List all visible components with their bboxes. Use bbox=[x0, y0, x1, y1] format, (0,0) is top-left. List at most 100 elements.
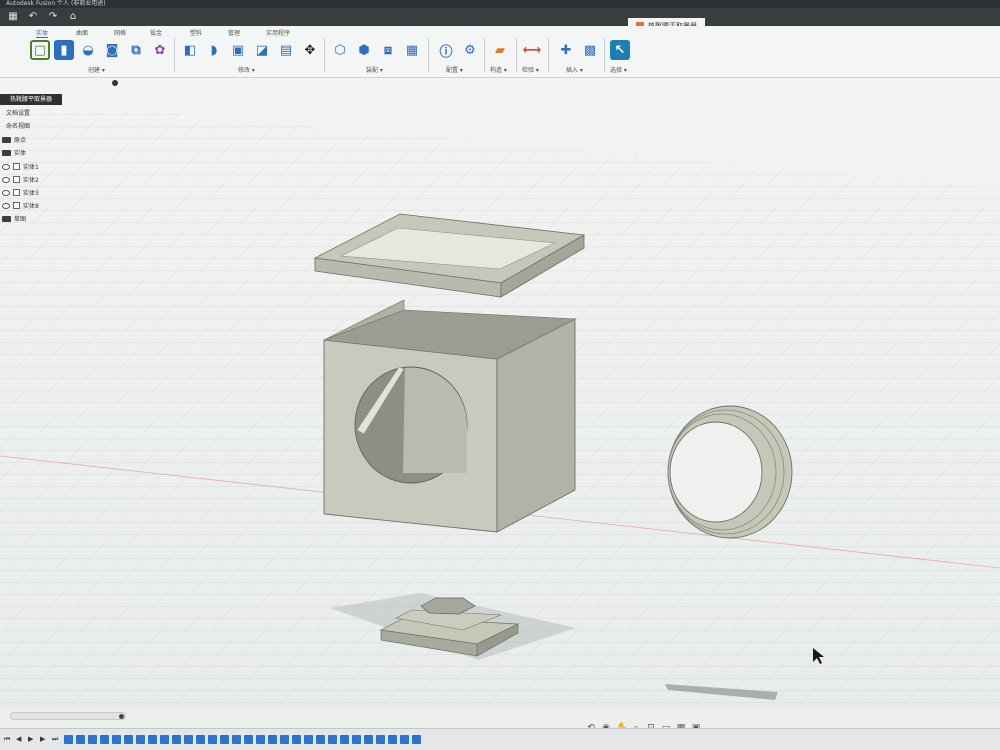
timeline-feature[interactable] bbox=[64, 735, 73, 744]
plane-icon[interactable]: ▰ bbox=[490, 40, 510, 60]
timeline-feature[interactable] bbox=[76, 735, 85, 744]
group-construct-label[interactable]: 构造 ▾ bbox=[490, 65, 507, 74]
timeline-feature[interactable] bbox=[172, 735, 181, 744]
undo-icon[interactable]: ↶ bbox=[26, 10, 40, 24]
timeline-feature[interactable] bbox=[376, 735, 385, 744]
timeline-feature[interactable] bbox=[412, 735, 421, 744]
timeline-scroll-slider[interactable] bbox=[10, 712, 126, 720]
data-panel-icon[interactable]: ▦ bbox=[6, 10, 20, 24]
browser-item-label: 原点 bbox=[14, 137, 27, 144]
timeline-feature[interactable] bbox=[316, 735, 325, 744]
timeline-feature[interactable] bbox=[280, 735, 289, 744]
hole-icon[interactable]: ◙ bbox=[102, 40, 122, 60]
combine-icon[interactable]: ◪ bbox=[252, 40, 272, 60]
group-create-label[interactable]: 创建 ▾ bbox=[88, 65, 105, 74]
new-component-icon[interactable]: ⬡ bbox=[330, 40, 350, 60]
timeline-end-icon[interactable]: ⏭ bbox=[52, 735, 61, 744]
slider-knob[interactable] bbox=[119, 714, 124, 719]
timeline-feature[interactable] bbox=[232, 735, 241, 744]
split-icon[interactable]: ▤ bbox=[276, 40, 296, 60]
timeline-play-icon[interactable]: ▶ bbox=[28, 735, 37, 744]
browser-item-bodies[interactable]: 实体 bbox=[2, 147, 26, 158]
pattern-icon[interactable]: ⧉ bbox=[126, 40, 146, 60]
redo-icon[interactable]: ↷ bbox=[46, 10, 60, 24]
measure-icon[interactable]: ⟷ bbox=[522, 40, 542, 60]
visibility-eye-icon[interactable] bbox=[2, 176, 10, 183]
timeline-feature[interactable] bbox=[160, 735, 169, 744]
form-icon[interactable]: ✿ bbox=[150, 40, 170, 60]
timeline-feature[interactable] bbox=[220, 735, 229, 744]
timeline-feature[interactable] bbox=[196, 735, 205, 744]
timeline-feature[interactable] bbox=[256, 735, 265, 744]
group-modify-label[interactable]: 修改 ▾ bbox=[238, 65, 255, 74]
toolbar-ribbon: 实体 曲面 网格 钣金 塑料 管理 实用程序 ▢ ▮ ◒ ◙ ⧉ ✿ 创建 ▾ … bbox=[0, 26, 1000, 78]
group-divider bbox=[428, 38, 429, 72]
configure-icon[interactable]: ⚙ bbox=[460, 40, 480, 60]
parameters-icon[interactable]: ⓘ bbox=[436, 40, 456, 60]
extrude-icon[interactable]: ▮ bbox=[54, 40, 74, 60]
timeline-feature[interactable] bbox=[148, 735, 157, 744]
group-configure-label[interactable]: 配置 ▾ bbox=[446, 65, 463, 74]
browser-item-body2[interactable]: 实体2 bbox=[2, 174, 39, 185]
shell-icon[interactable]: ▣ bbox=[228, 40, 248, 60]
revolve-icon[interactable]: ◒ bbox=[78, 40, 98, 60]
timeline-feature[interactable] bbox=[400, 735, 409, 744]
tab-utilities[interactable]: 实用程序 bbox=[266, 28, 290, 37]
timeline-feature[interactable] bbox=[244, 735, 253, 744]
fillet-icon[interactable]: ◗ bbox=[204, 40, 224, 60]
as-built-joint-icon[interactable]: ⧈ bbox=[378, 40, 398, 60]
timeline-feature[interactable] bbox=[208, 735, 217, 744]
quick-access-toolbar: ▦ ↶ ↷ ⌂ bbox=[0, 8, 1000, 26]
tab-surface[interactable]: 曲面 bbox=[76, 28, 88, 37]
timeline-forward-icon[interactable]: ▶ bbox=[40, 735, 49, 744]
group-assemble-label[interactable]: 装配 ▾ bbox=[366, 65, 383, 74]
browser-item-named-views[interactable]: 命名视图 bbox=[6, 120, 30, 131]
browser-item-body8[interactable]: 实体8 bbox=[2, 200, 39, 211]
timeline-feature[interactable] bbox=[136, 735, 145, 744]
joint-origin-icon[interactable]: ▦ bbox=[402, 40, 422, 60]
group-select-label[interactable]: 选择 ▾ bbox=[610, 65, 627, 74]
visibility-eye-icon[interactable] bbox=[2, 163, 10, 170]
tab-solid[interactable]: 实体 bbox=[36, 28, 49, 38]
timeline-feature[interactable] bbox=[328, 735, 337, 744]
timeline-feature[interactable] bbox=[124, 735, 133, 744]
timeline-feature[interactable] bbox=[304, 735, 313, 744]
timeline-feature[interactable] bbox=[100, 735, 109, 744]
timeline-feature[interactable] bbox=[268, 735, 277, 744]
tab-mesh[interactable]: 网格 bbox=[114, 28, 126, 37]
insert-image-icon[interactable]: ▩ bbox=[580, 40, 600, 60]
press-pull-icon[interactable]: ◧ bbox=[180, 40, 200, 60]
timeline-start-icon[interactable]: ⏮ bbox=[4, 735, 13, 744]
model-canvas[interactable] bbox=[0, 78, 1000, 710]
app-title: Autodesk Fusion 个人 (非商业用途) bbox=[6, 0, 106, 7]
move-icon[interactable]: ✥ bbox=[300, 40, 320, 60]
timeline-feature[interactable] bbox=[352, 735, 361, 744]
browser-item-document-settings[interactable]: 文档设置 bbox=[6, 107, 30, 118]
timeline-feature[interactable] bbox=[88, 735, 97, 744]
select-icon[interactable]: ↖ bbox=[610, 40, 630, 60]
browser-item-sketches[interactable]: 草图 bbox=[2, 213, 26, 224]
browser-item-body1[interactable]: 实体1 bbox=[2, 161, 39, 172]
tab-manage[interactable]: 管理 bbox=[228, 28, 240, 37]
timeline-back-icon[interactable]: ◀ bbox=[16, 735, 25, 744]
canvas-viewport[interactable] bbox=[0, 78, 1000, 710]
visibility-eye-icon[interactable] bbox=[2, 202, 10, 209]
group-inspect-label[interactable]: 检验 ▾ bbox=[522, 65, 539, 74]
tab-plastic[interactable]: 塑料 bbox=[190, 28, 202, 37]
browser-item-origin[interactable]: 原点 bbox=[2, 134, 26, 145]
timeline-feature[interactable] bbox=[112, 735, 121, 744]
browser-item-body3[interactable]: 实体3 bbox=[2, 187, 39, 198]
timeline-feature[interactable] bbox=[292, 735, 301, 744]
create-sketch-icon[interactable]: ▢ bbox=[30, 40, 50, 60]
timeline-feature[interactable] bbox=[388, 735, 397, 744]
timeline-feature[interactable] bbox=[340, 735, 349, 744]
timeline-feature[interactable] bbox=[364, 735, 373, 744]
timeline-feature[interactable] bbox=[184, 735, 193, 744]
joint-icon[interactable]: ⬢ bbox=[354, 40, 374, 60]
insert-derive-icon[interactable]: ✚ bbox=[556, 40, 576, 60]
browser-pin-icon[interactable] bbox=[112, 80, 118, 86]
group-insert-label[interactable]: 插入 ▾ bbox=[566, 65, 583, 74]
home-icon[interactable]: ⌂ bbox=[66, 10, 80, 24]
visibility-eye-icon[interactable] bbox=[2, 189, 10, 196]
tab-sheet-metal[interactable]: 钣金 bbox=[150, 28, 162, 37]
